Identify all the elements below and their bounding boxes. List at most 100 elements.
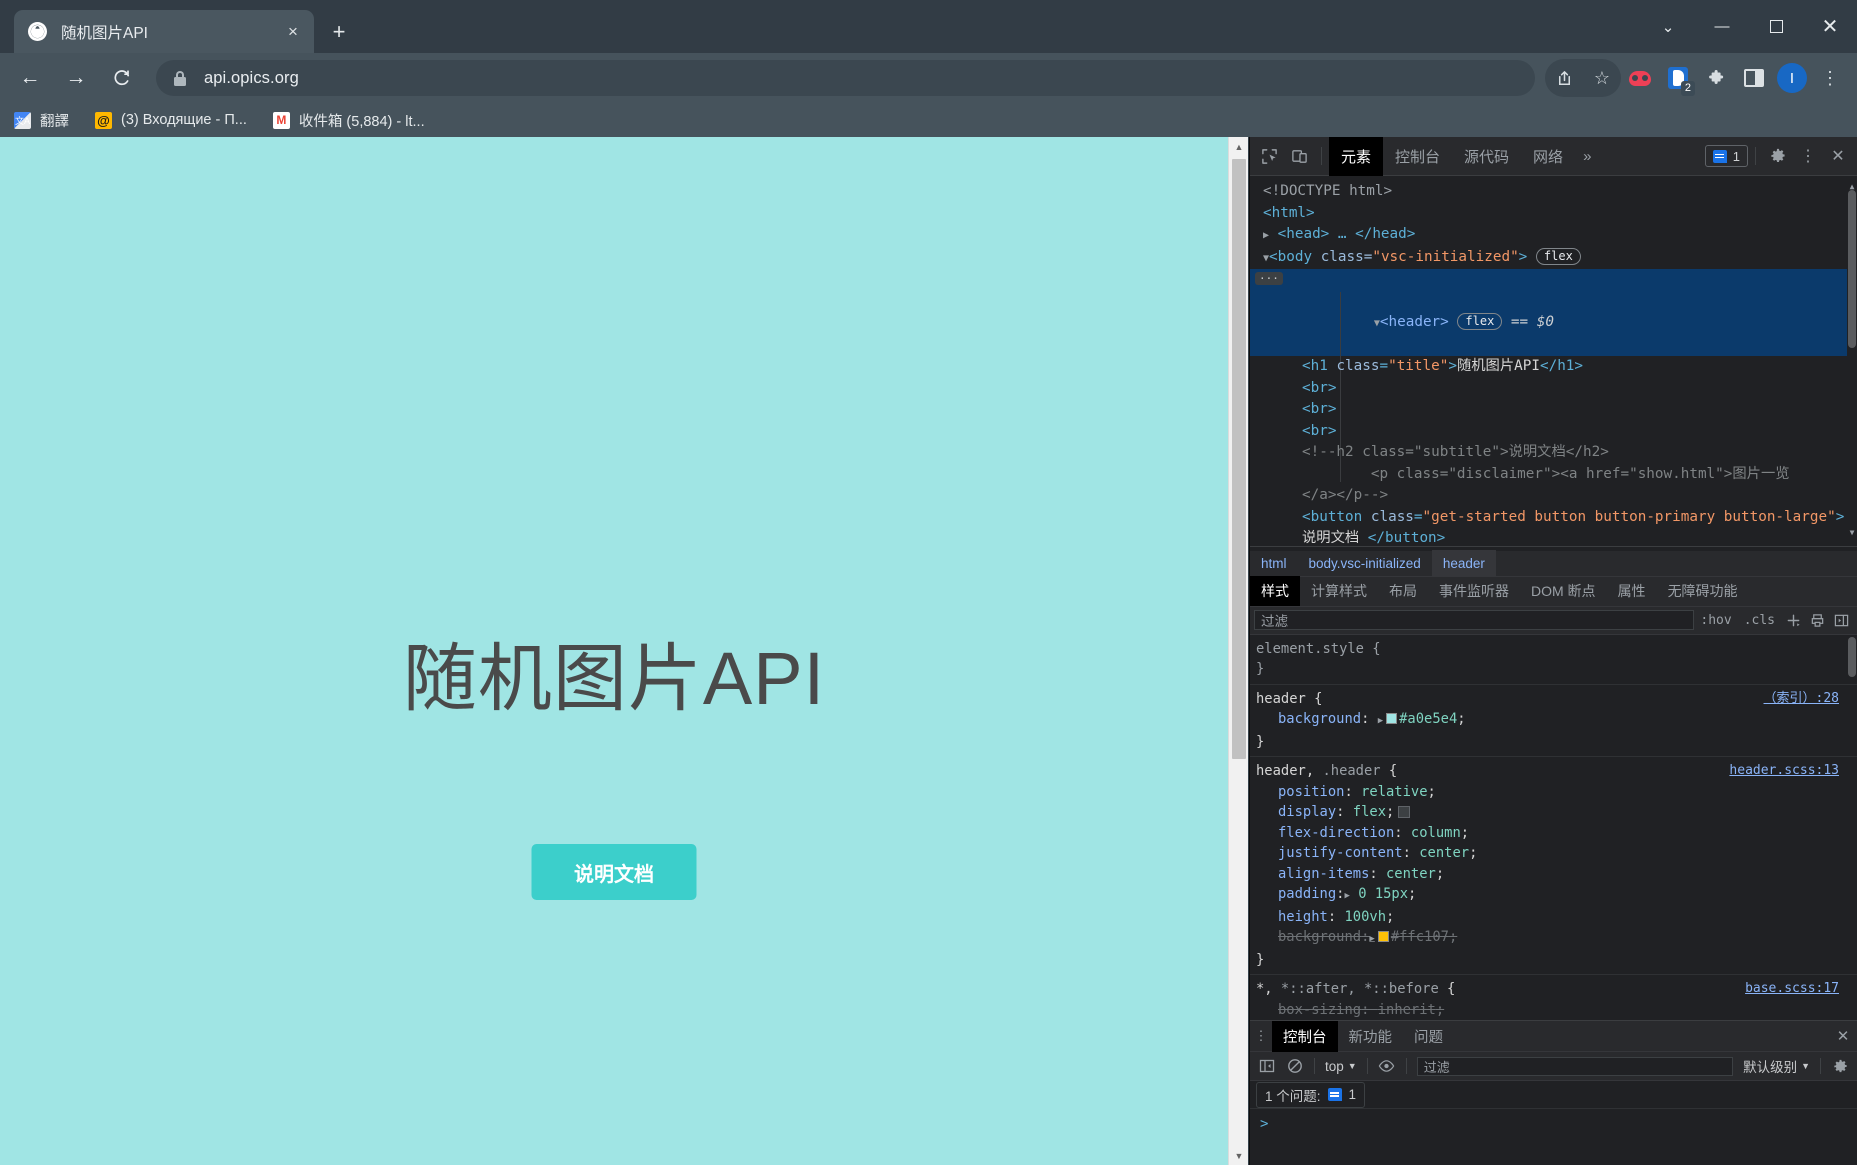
scrollbar-thumb[interactable] <box>1848 190 1856 348</box>
share-icon[interactable] <box>1545 59 1583 97</box>
declaration-value[interactable]: 0 15px <box>1358 886 1408 902</box>
issues-pill[interactable]: 1 个问题: 1 <box>1256 1082 1365 1108</box>
declaration-property[interactable]: align-items <box>1256 866 1369 882</box>
close-drawer-icon[interactable]: ✕ <box>1829 1027 1857 1045</box>
rule-source-link[interactable]: （索引）:28 <box>1764 689 1839 710</box>
dom-line[interactable]: <br> <box>1250 421 1857 443</box>
hov-toggle[interactable]: :hov <box>1694 613 1737 628</box>
declaration-property[interactable]: flex-direction <box>1256 825 1394 841</box>
scroll-up-arrow-icon[interactable]: ▲ <box>1229 137 1249 156</box>
profile-avatar[interactable]: I <box>1773 59 1811 97</box>
dom-line[interactable]: ▼<body class="vsc-initialized"> flex <box>1250 247 1857 270</box>
declaration-property[interactable]: justify-content <box>1256 845 1403 861</box>
drawer-tab-issues[interactable]: 问题 <box>1403 1021 1454 1052</box>
bookmark-item-mail[interactable]: @ (3) Входящие - П... <box>95 112 247 129</box>
scroll-down-arrow-icon[interactable]: ▼ <box>1229 1146 1249 1165</box>
dom-line[interactable]: <!DOCTYPE html> <box>1250 181 1857 203</box>
dom-dots-badge[interactable]: ··· <box>1255 272 1283 285</box>
declaration-property[interactable]: height <box>1256 909 1328 925</box>
styles-filter-input[interactable]: 过滤 <box>1254 610 1694 630</box>
drawer-tab-whats-new[interactable]: 新功能 <box>1338 1021 1404 1052</box>
color-swatch[interactable] <box>1378 931 1389 942</box>
style-rule[interactable]: （索引）:28 header { background: ▶#a0e5e4; } <box>1250 685 1857 758</box>
declaration-property[interactable]: background <box>1256 929 1361 945</box>
tab-sources[interactable]: 源代码 <box>1452 137 1521 176</box>
tab-accessibility[interactable]: 无障碍功能 <box>1657 576 1749 606</box>
dom-line[interactable]: <h1 class="title">随机图片API</h1> <box>1250 356 1857 378</box>
declaration-value[interactable]: relative <box>1361 784 1427 800</box>
flex-editor-icon[interactable] <box>1398 806 1410 818</box>
declaration-value[interactable]: #a0e5e4 <box>1399 711 1457 727</box>
side-panel-icon[interactable] <box>1735 59 1773 97</box>
scrollbar-thumb[interactable] <box>1232 159 1246 759</box>
more-tabs-icon[interactable]: » <box>1575 148 1599 165</box>
maximize-button[interactable] <box>1749 0 1803 53</box>
new-tab-button[interactable]: + <box>325 18 353 46</box>
declaration-value[interactable]: column <box>1411 825 1461 841</box>
rule-source-link[interactable]: base.scss:17 <box>1745 979 1839 1000</box>
scrollbar-thumb[interactable] <box>1848 637 1856 677</box>
declaration-overridden[interactable]: background:▶#ffc107; <box>1256 927 1857 950</box>
declaration-property[interactable]: display <box>1256 804 1336 820</box>
declaration-overridden[interactable]: box-sizing: inherit; <box>1256 1000 1857 1020</box>
shield-extension-icon[interactable]: 2 <box>1659 59 1697 97</box>
declaration-value[interactable]: #ffc107 <box>1391 929 1449 945</box>
declaration-property[interactable]: background <box>1256 711 1361 727</box>
dom-line[interactable]: <br> <box>1250 378 1857 400</box>
declaration-property[interactable]: padding <box>1256 886 1336 902</box>
styles-pane[interactable]: element.style { } （索引）:28 header { backg… <box>1250 635 1857 1020</box>
forward-button[interactable]: → <box>56 58 96 98</box>
cls-toggle[interactable]: .cls <box>1738 613 1781 628</box>
drawer-more-options-icon[interactable]: ⋮ <box>1250 1028 1272 1044</box>
issues-counter[interactable]: 1 <box>1705 145 1748 167</box>
close-window-button[interactable]: ✕ <box>1803 0 1857 53</box>
bookmark-item-gmail[interactable]: M 收件箱 (5,884) - lt... <box>273 110 425 131</box>
tab-layout[interactable]: 布局 <box>1378 576 1428 606</box>
declaration-value[interactable]: center <box>1419 845 1469 861</box>
more-options-icon[interactable]: ⋮ <box>1793 141 1823 171</box>
lock-icon[interactable] <box>172 70 188 86</box>
dom-tree-scrollbar[interactable]: ▲ ▼ <box>1847 176 1857 546</box>
tab-close-icon[interactable]: × <box>282 21 304 43</box>
expand-triangle-icon[interactable]: ▶ <box>1263 230 1269 241</box>
declaration-value[interactable]: center <box>1386 866 1436 882</box>
breadcrumb-header[interactable]: header <box>1432 550 1496 576</box>
page-scrollbar[interactable]: ▲ ▼ <box>1228 137 1248 1165</box>
pocket-extension-icon[interactable] <box>1621 59 1659 97</box>
device-toolbar-icon[interactable] <box>1284 141 1314 171</box>
dom-line[interactable]: 说明文档 </button> <box>1250 528 1857 546</box>
tab-styles[interactable]: 样式 <box>1250 576 1300 606</box>
dom-line[interactable]: <html> <box>1250 203 1857 225</box>
console-filter-input[interactable]: 过滤 <box>1417 1057 1733 1076</box>
dom-line[interactable]: <br> <box>1250 399 1857 421</box>
close-devtools-icon[interactable]: ✕ <box>1823 141 1853 171</box>
tab-console[interactable]: 控制台 <box>1383 137 1452 176</box>
minimize-button[interactable]: — <box>1695 0 1749 53</box>
dom-line[interactable]: <button class="get-started button button… <box>1250 507 1857 529</box>
console-sidebar-icon[interactable] <box>1254 1054 1280 1078</box>
rule-selector[interactable]: element.style <box>1256 641 1364 657</box>
documentation-button[interactable]: 说明文档 <box>532 844 697 900</box>
dom-line[interactable]: </a></p--> <box>1250 485 1857 507</box>
tab-properties[interactable]: 属性 <box>1607 576 1657 606</box>
flex-badge[interactable]: flex <box>1457 313 1502 330</box>
tab-search-icon[interactable]: ⌄ <box>1641 0 1695 53</box>
expand-shorthand-icon[interactable]: ▶ <box>1344 891 1349 901</box>
gear-icon[interactable] <box>1827 1054 1853 1078</box>
breadcrumb-body[interactable]: body.vsc-initialized <box>1298 550 1432 576</box>
extensions-puzzle-icon[interactable] <box>1697 59 1735 97</box>
tab-event-listeners[interactable]: 事件监听器 <box>1428 576 1520 606</box>
gear-icon[interactable] <box>1763 141 1793 171</box>
dom-line-selected[interactable]: ··· ▼<header> flex == $0 <box>1250 269 1857 356</box>
console-level-selector[interactable]: 默认级别▼ <box>1739 1056 1814 1076</box>
console-output[interactable]: > <box>1250 1109 1857 1165</box>
drawer-tab-console[interactable]: 控制台 <box>1272 1021 1338 1052</box>
style-rule[interactable]: base.scss:17 *, *::after, *::before { bo… <box>1250 975 1857 1020</box>
declaration-value[interactable]: 100vh <box>1344 909 1386 925</box>
color-swatch[interactable] <box>1386 713 1397 724</box>
breadcrumb-html[interactable]: html <box>1250 550 1298 576</box>
new-style-rule-icon[interactable] <box>1781 608 1805 632</box>
back-button[interactable]: ← <box>10 58 50 98</box>
tab-dom-breakpoints[interactable]: DOM 断点 <box>1520 576 1607 606</box>
dom-tree[interactable]: <!DOCTYPE html> <html> ▶ <head> … </head… <box>1250 176 1857 546</box>
